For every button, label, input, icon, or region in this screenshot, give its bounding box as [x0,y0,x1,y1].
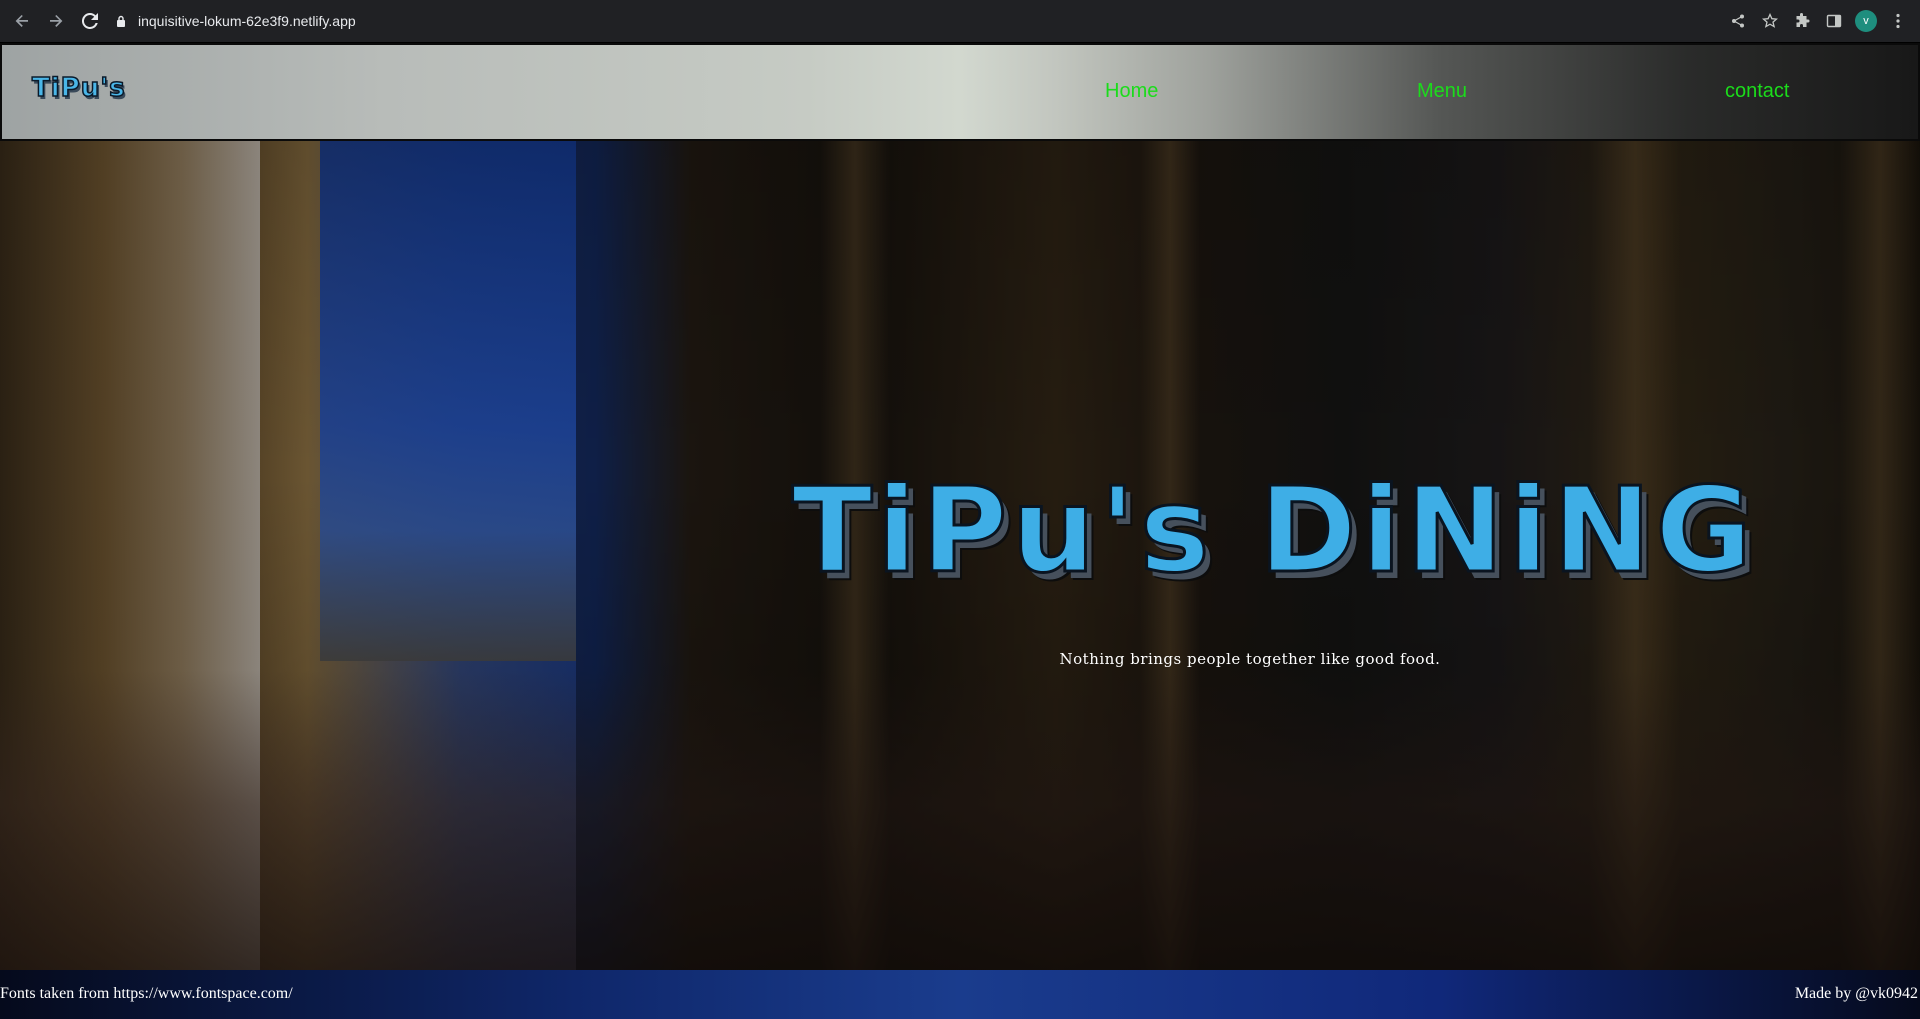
footer-credits-author: Made by @vk0942 [1794,985,1918,1002]
nav-contact-link[interactable]: contact [1725,80,1789,103]
nav-menu-link[interactable]: Menu [1417,80,1467,103]
share-icon[interactable] [1724,7,1752,35]
site-footer: Fonts taken from https://www.fontspace.c… [0,970,1920,1019]
back-icon[interactable] [8,7,36,35]
site-logo[interactable]: TiPu's [31,72,126,104]
lock-icon[interactable] [116,15,126,27]
site-header: TiPu's Home Menu contact [0,43,1920,141]
hero-tagline: Nothing brings people together like good… [1059,650,1441,668]
avatar[interactable]: v [1855,10,1877,32]
forward-icon[interactable] [42,7,70,35]
browser-toolbar: inquisitive-lokum-62e3f9.netlify.app v [0,0,1920,42]
hero-section: TiPu's DiNiNG Nothing brings people toge… [0,141,1920,970]
address-bar[interactable]: inquisitive-lokum-62e3f9.netlify.app [116,6,356,36]
more-icon[interactable] [1884,7,1912,35]
side-panel-icon[interactable] [1820,7,1848,35]
extensions-icon[interactable] [1788,7,1816,35]
nav-home-link[interactable]: Home [1105,80,1158,103]
footer-credits-fonts: Fonts taken from https://www.fontspace.c… [0,985,293,1002]
reload-icon[interactable] [76,7,104,35]
profile-avatar[interactable]: v [1852,7,1880,35]
hero-title: TiPu's DiNiNG [791,460,1757,601]
star-icon[interactable] [1756,7,1784,35]
browser-actions: v [1720,7,1912,35]
url-text[interactable]: inquisitive-lokum-62e3f9.netlify.app [138,13,356,29]
hero-background-window [320,141,576,661]
